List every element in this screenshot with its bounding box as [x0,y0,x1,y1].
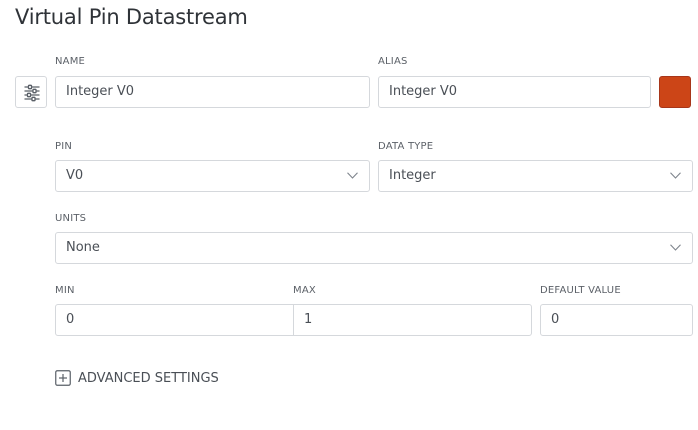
datastream-settings-button[interactable] [15,76,47,108]
pin-select-value: V0 [66,168,84,183]
chevron-down-icon [670,244,681,251]
units-label: UNITS [55,213,87,224]
default-value-label: DEFAULT VALUE [540,285,621,296]
advanced-settings-label: ADVANCED SETTINGS [78,370,219,386]
data-type-label: DATA TYPE [378,141,434,152]
data-type-select[interactable]: Integer [378,160,693,192]
min-input[interactable]: 0 [55,304,294,336]
datastream-editor: Virtual Pin Datastream NAME ALIAS Intege… [0,0,698,430]
pin-select[interactable]: V0 [55,160,370,192]
sliders-icon [24,84,40,102]
default-value-input[interactable]: 0 [540,304,693,336]
name-label: NAME [55,56,86,67]
max-label: MAX [293,285,316,296]
alias-input[interactable]: Integer V0 [378,76,651,108]
units-select-value: None [66,240,100,255]
name-input[interactable]: Integer V0 [55,76,370,108]
plus-square-icon [55,370,71,386]
min-label: MIN [55,285,75,296]
chevron-down-icon [670,172,681,179]
data-type-select-value: Integer [389,168,436,183]
max-input[interactable]: 1 [293,304,532,336]
advanced-settings-toggle[interactable]: ADVANCED SETTINGS [55,370,219,386]
alias-label: ALIAS [378,56,408,67]
units-select[interactable]: None [55,232,693,264]
chevron-down-icon [347,172,358,179]
color-picker-button[interactable] [659,76,691,108]
pin-label: PIN [55,141,73,152]
page-title: Virtual Pin Datastream [15,5,248,29]
